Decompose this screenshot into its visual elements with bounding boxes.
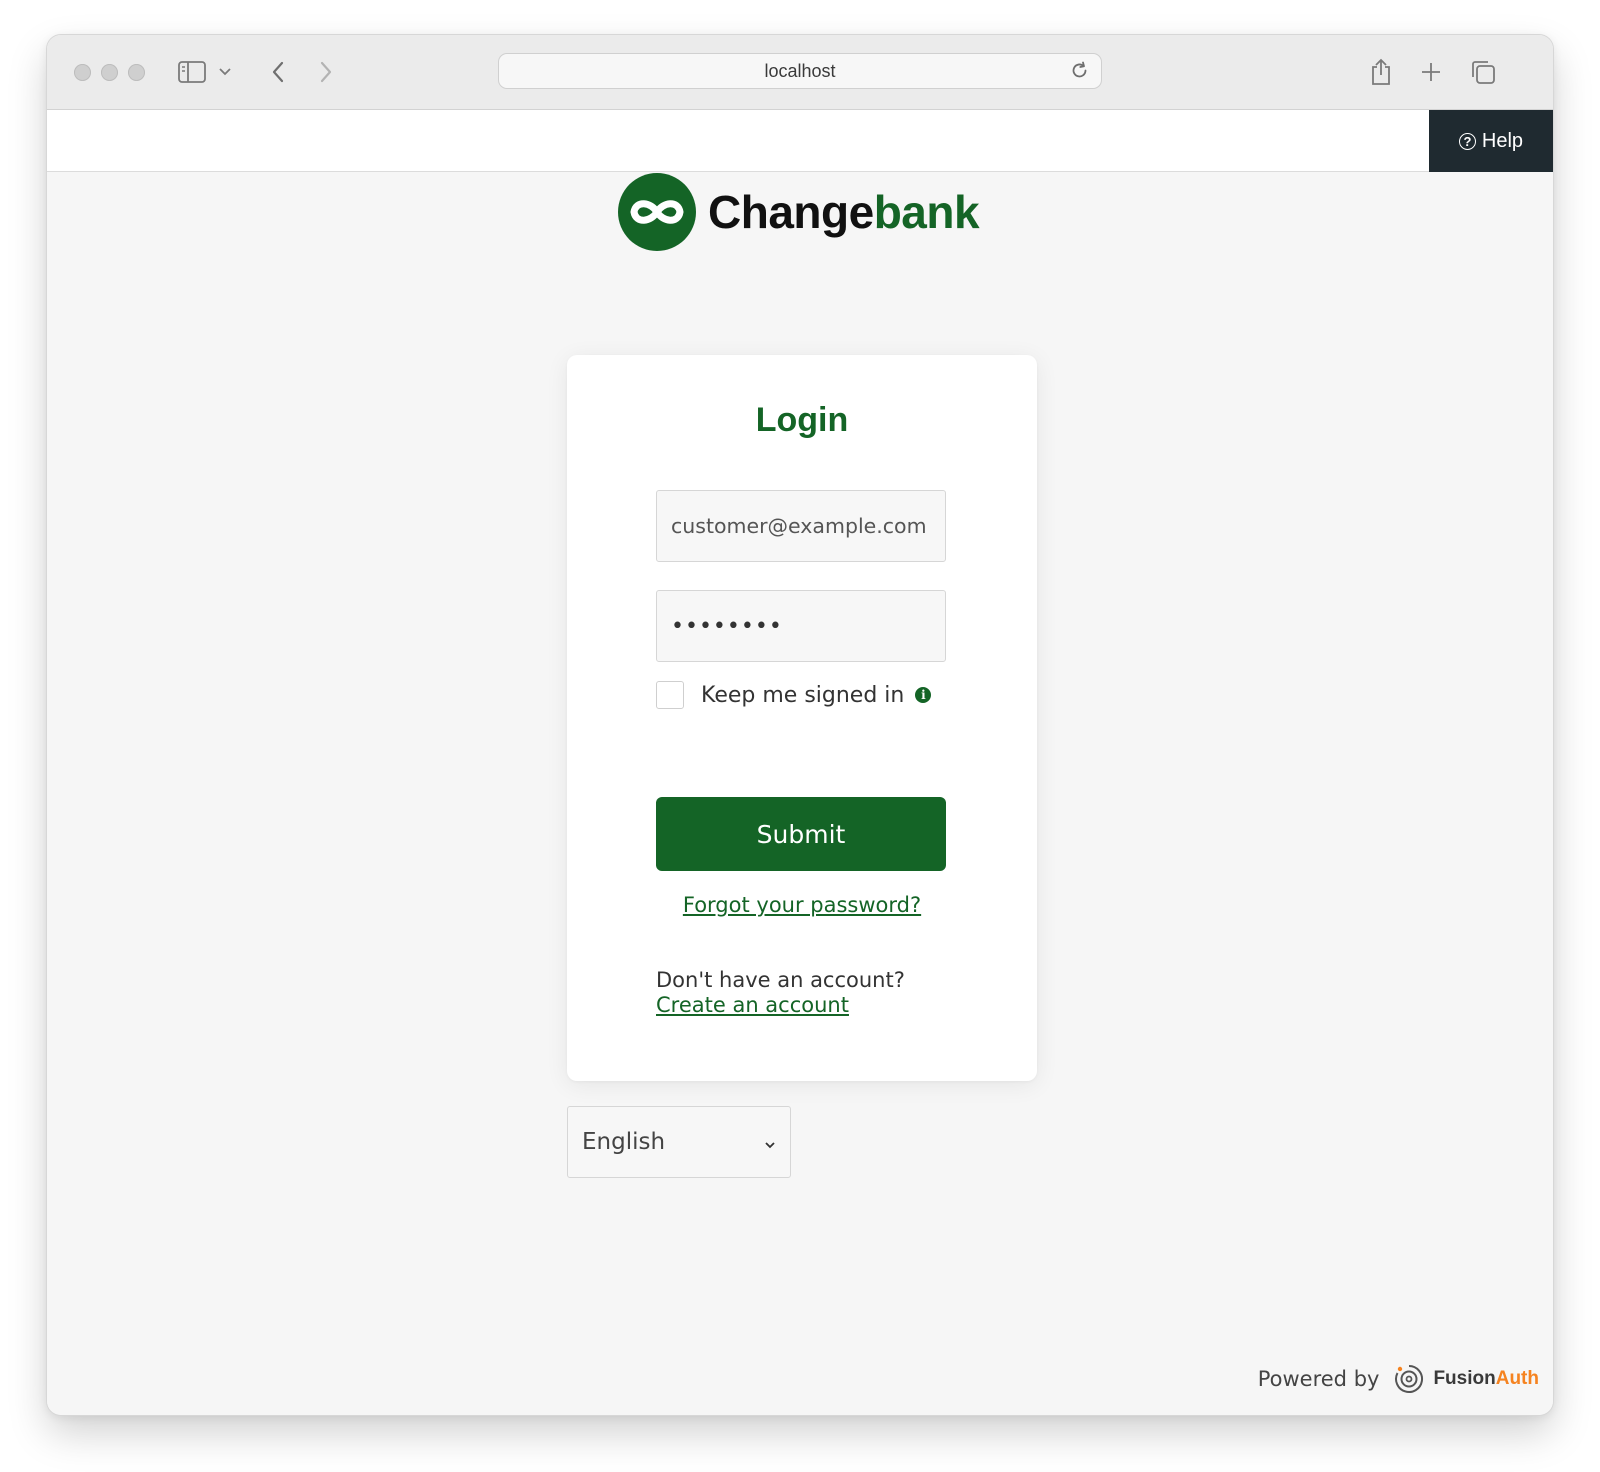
chevron-down-icon [762,1133,778,1149]
brand-name: Changebank [708,185,980,239]
infinity-logo-icon [618,173,696,251]
powered-by: Powered by FusionAuth [1258,1359,1539,1399]
brand-name-part1: Change [708,186,874,238]
top-bar: ? Help [47,110,1553,172]
zoom-window-button[interactable] [128,64,145,81]
language-select[interactable]: English [567,1106,791,1178]
keep-signed-in-checkbox[interactable] [656,681,684,709]
language-selected: English [582,1129,666,1155]
fusionauth-wordmark-part2: Auth [1495,1368,1539,1389]
share-icon[interactable] [1364,55,1398,89]
reload-icon[interactable] [1065,56,1095,86]
tabs-overview-icon[interactable] [1466,55,1500,89]
help-label: Help [1481,129,1524,152]
powered-by-text: Powered by [1257,1367,1380,1391]
help-button[interactable]: ? Help [1429,110,1553,172]
url-text: localhost [764,60,836,81]
close-window-button[interactable] [74,64,91,81]
create-account-link[interactable]: Create an account [656,993,849,1017]
browser-toolbar: localhost [47,35,1553,110]
sidebar-icon[interactable] [175,55,209,89]
email-field[interactable]: customer@example.com [656,490,946,562]
browser-window: localhost ? Help Changebank Login custom… [47,35,1553,1415]
chevron-left-icon[interactable] [261,55,295,89]
plus-icon[interactable] [1414,55,1448,89]
brand-name-part2: bank [873,186,980,238]
password-field[interactable]: •••••••• [656,590,946,662]
fusionauth-wordmark-part1: Fusion [1433,1368,1496,1389]
fusionauth-wordmark[interactable]: FusionAuth [1433,1368,1539,1390]
info-icon[interactable]: i [915,687,932,703]
forgot-password-link[interactable]: Forgot your password? [567,893,1037,917]
minimize-window-button[interactable] [101,64,118,81]
chevron-down-icon[interactable] [215,55,235,89]
keep-signed-in-row: Keep me signed in i [656,680,932,710]
login-title: Login [755,401,849,439]
no-account-text: Don't have an account? [656,968,905,992]
page-content: ? Help Changebank Login customer@example… [47,110,1553,1415]
submit-button[interactable]: Submit [656,797,946,871]
address-bar[interactable]: localhost [498,53,1102,89]
brand-logo: Changebank [618,172,980,252]
keep-signed-in-label[interactable]: Keep me signed in [701,683,904,708]
fusionauth-logo-icon [1395,1365,1424,1393]
chevron-right-icon[interactable] [309,55,343,89]
login-card: Login customer@example.com •••••••• Keep… [567,355,1037,1081]
help-circle-icon: ? [1458,132,1476,150]
